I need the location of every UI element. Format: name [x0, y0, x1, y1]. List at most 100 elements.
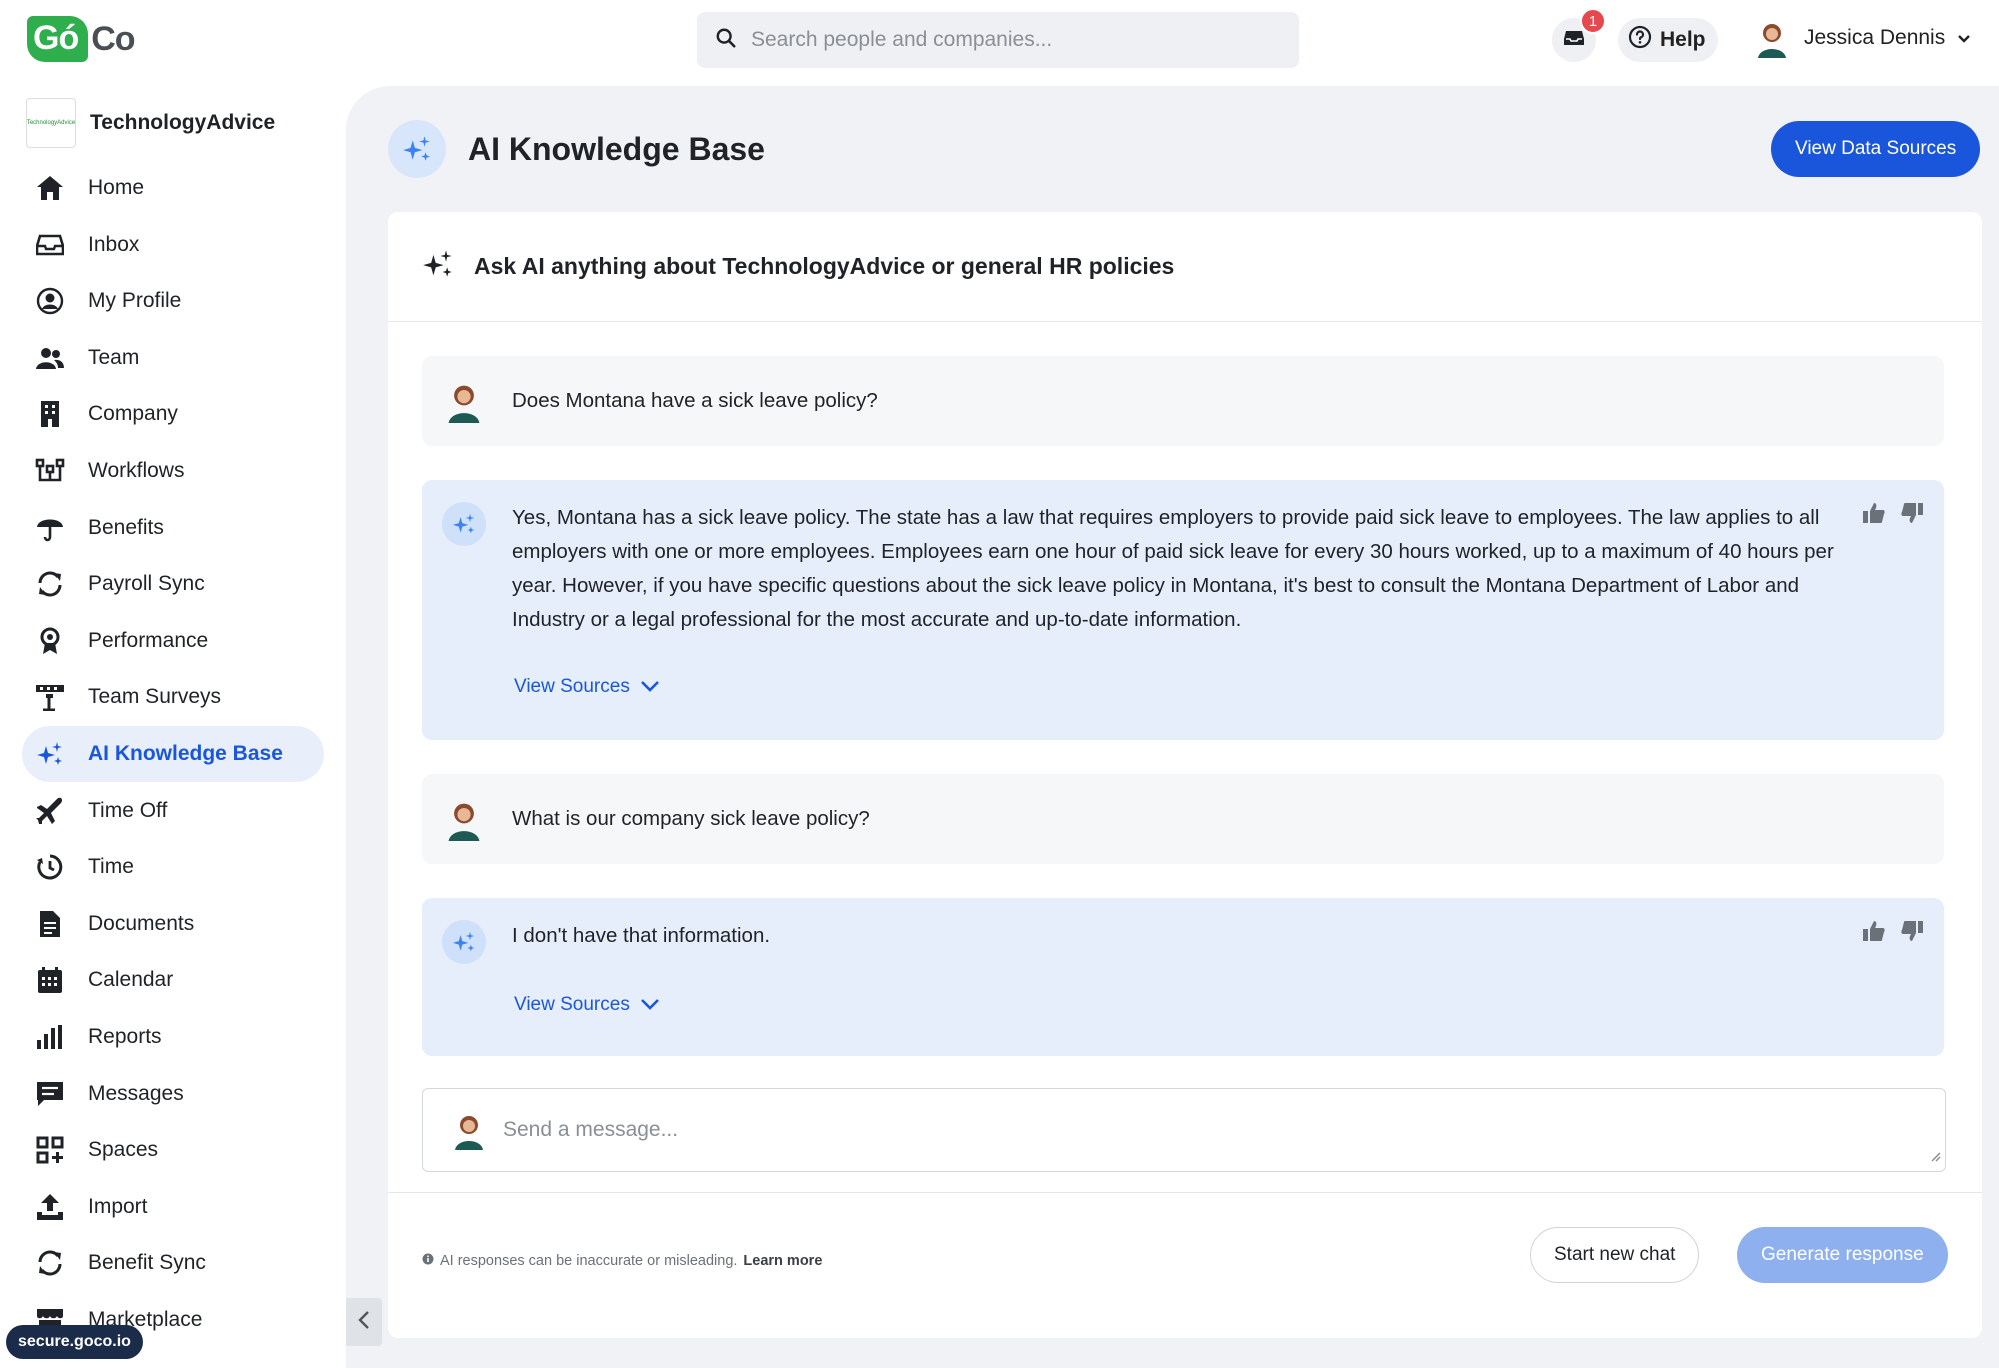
- ai-message: Yes, Montana has a sick leave policy. Th…: [422, 480, 1944, 740]
- home-icon: [34, 172, 66, 204]
- view-sources-label: View Sources: [514, 994, 630, 1015]
- sidebar-item-label: Benefits: [88, 515, 164, 539]
- sidebar-item-payroll-sync[interactable]: Payroll Sync: [22, 556, 324, 612]
- sidebar-item-label: Payroll Sync: [88, 572, 205, 596]
- spaces-icon: [34, 1134, 66, 1166]
- sidebar-item-label: Workflows: [88, 458, 185, 482]
- user-message: Does Montana have a sick leave policy?: [422, 356, 1944, 446]
- main-content: AI Knowledge Base View Data Sources Ask …: [346, 86, 1999, 1368]
- search-bar[interactable]: [697, 12, 1299, 68]
- profile-icon: [34, 285, 66, 317]
- sidebar-item-my-profile[interactable]: My Profile: [22, 273, 324, 329]
- sidebar-item-label: My Profile: [88, 289, 182, 313]
- ai-sparkle-icon: [442, 502, 486, 546]
- org-logo: TechnologyAdvice: [26, 98, 76, 148]
- thumbs-down-icon[interactable]: [1900, 920, 1924, 947]
- feedback-buttons: [1862, 920, 1924, 947]
- user-avatar: [449, 1110, 489, 1150]
- page-title: AI Knowledge Base: [468, 130, 765, 167]
- page-header: AI Knowledge Base: [388, 120, 765, 178]
- sidebar-item-label: Spaces: [88, 1138, 159, 1162]
- sidebar: TechnologyAdvice TechnologyAdvice Home I…: [0, 86, 346, 1368]
- sidebar-item-workflows[interactable]: Workflows: [22, 443, 324, 499]
- sidebar-item-import[interactable]: Import: [22, 1179, 324, 1235]
- sidebar-item-messages[interactable]: Messages: [22, 1066, 324, 1122]
- sidebar-item-label: Team: [88, 345, 140, 369]
- sidebar-item-performance[interactable]: Performance: [22, 613, 324, 669]
- disclaimer-text: AI responses can be inaccurate or mislea…: [440, 1253, 738, 1269]
- reports-icon: [34, 1021, 66, 1053]
- view-sources-label: View Sources: [514, 676, 630, 697]
- sidebar-item-label: Reports: [88, 1024, 162, 1048]
- message-text: I don't have that information.: [512, 924, 771, 947]
- chat-card: Ask AI anything about TechnologyAdvice o…: [388, 212, 1982, 1338]
- org-switcher[interactable]: TechnologyAdvice TechnologyAdvice: [26, 98, 275, 148]
- sidebar-item-company[interactable]: Company: [22, 386, 324, 442]
- sidebar-item-time[interactable]: Time: [22, 839, 324, 895]
- view-sources-toggle[interactable]: View Sources: [514, 994, 660, 1016]
- help-button[interactable]: Help: [1618, 18, 1718, 62]
- info-icon: [422, 1253, 434, 1269]
- sidebar-item-time-off[interactable]: Time Off: [22, 783, 324, 839]
- message-text: Yes, Montana has a sick leave policy. Th…: [512, 506, 1834, 631]
- sidebar-item-documents[interactable]: Documents: [22, 896, 324, 952]
- inbox-tray-icon: [1563, 29, 1585, 52]
- sparkle-icon: [422, 248, 454, 285]
- sidebar-item-spaces[interactable]: Spaces: [22, 1122, 324, 1178]
- thumbs-down-icon[interactable]: [1900, 502, 1924, 529]
- message-text: What is our company sick leave policy?: [512, 807, 870, 830]
- sidebar-item-label: Benefit Sync: [88, 1251, 206, 1275]
- sync-icon: [34, 568, 66, 600]
- message-input[interactable]: [503, 1118, 1883, 1142]
- sidebar-item-ai-knowledge-base[interactable]: AI Knowledge Base: [22, 725, 324, 782]
- workflow-icon: [34, 455, 66, 487]
- ai-message: I don't have that information. View Sour…: [422, 898, 1944, 1056]
- sidebar-item-label: Documents: [88, 911, 195, 935]
- user-name: Jessica Dennis: [1804, 26, 1946, 49]
- sidebar-item-calendar[interactable]: Calendar: [22, 952, 324, 1008]
- sidebar-item-team-surveys[interactable]: Team Surveys: [22, 669, 324, 725]
- team-icon: [34, 342, 66, 374]
- logo-go: Gó: [27, 16, 89, 62]
- top-bar: Gó Co 1 Help Jessica Dennis: [0, 0, 1999, 86]
- view-data-sources-button[interactable]: View Data Sources: [1771, 121, 1981, 177]
- user-menu[interactable]: Jessica Dennis: [1752, 18, 1971, 58]
- org-name: TechnologyAdvice: [90, 111, 276, 134]
- clock-icon: [34, 851, 66, 883]
- umbrella-icon: [34, 512, 66, 544]
- learn-more-link[interactable]: Learn more: [743, 1253, 822, 1269]
- import-icon: [34, 1191, 66, 1223]
- sync-icon: [34, 1247, 66, 1279]
- sidebar-item-label: Messages: [88, 1081, 184, 1105]
- inbox-icon: [34, 229, 66, 261]
- collapse-sidebar-button[interactable]: [346, 1298, 382, 1346]
- start-new-chat-button[interactable]: Start new chat: [1530, 1227, 1700, 1283]
- help-label: Help: [1660, 28, 1706, 51]
- feedback-buttons: [1862, 502, 1924, 529]
- sidebar-item-benefit-sync[interactable]: Benefit Sync: [22, 1235, 324, 1291]
- message-composer[interactable]: [422, 1088, 1946, 1172]
- thumbs-up-icon[interactable]: [1862, 502, 1886, 529]
- chevron-down-icon: [640, 676, 660, 698]
- sidebar-item-label: Home: [88, 176, 145, 199]
- question-circle-icon: [1628, 25, 1652, 55]
- generate-response-button[interactable]: Generate response: [1737, 1227, 1948, 1283]
- user-avatar: [1752, 18, 1792, 58]
- sidebar-item-label: Team Surveys: [88, 685, 222, 709]
- sidebar-item-inbox[interactable]: Inbox: [22, 217, 324, 273]
- sidebar-item-label: Performance: [88, 628, 209, 652]
- sidebar-item-team[interactable]: Team: [22, 330, 324, 386]
- chevron-left-icon: [358, 1310, 370, 1335]
- view-sources-toggle[interactable]: View Sources: [514, 676, 660, 698]
- goco-logo[interactable]: Gó Co: [27, 16, 136, 62]
- ai-sparkle-icon: [388, 120, 446, 178]
- sidebar-item-label: Company: [88, 402, 178, 426]
- resize-handle-icon[interactable]: [1929, 1149, 1941, 1167]
- sidebar-item-home[interactable]: Home: [22, 160, 324, 216]
- sidebar-item-reports[interactable]: Reports: [22, 1009, 324, 1065]
- sidebar-nav: Home Inbox My Profile Team Company Workf…: [22, 160, 324, 1348]
- sidebar-item-label: AI Knowledge Base: [88, 741, 283, 765]
- sidebar-item-benefits[interactable]: Benefits: [22, 500, 324, 556]
- search-input[interactable]: [751, 28, 1271, 52]
- thumbs-up-icon[interactable]: [1862, 920, 1886, 947]
